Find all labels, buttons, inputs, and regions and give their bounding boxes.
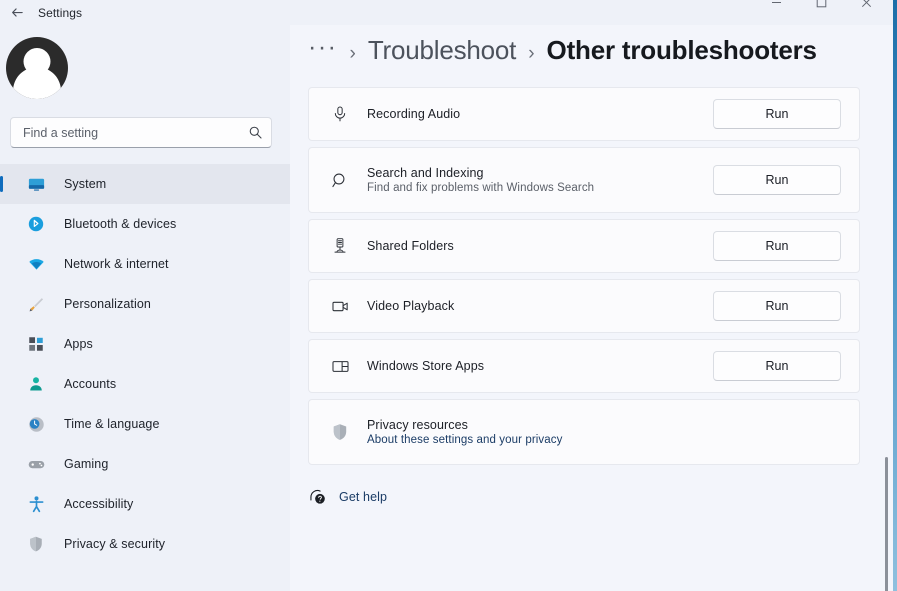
- server-icon: [325, 237, 355, 255]
- row-title: Recording Audio: [367, 107, 713, 121]
- row-text: Search and Indexing Find and fix problem…: [367, 166, 713, 194]
- minimize-icon: [771, 0, 782, 8]
- sidebar-item-accounts[interactable]: Accounts: [0, 364, 290, 404]
- get-help-label: Get help: [339, 490, 387, 504]
- app-title: Settings: [38, 6, 82, 20]
- person-icon: [24, 373, 48, 395]
- magnifier-icon: [325, 171, 355, 190]
- help-question-icon: [308, 487, 327, 506]
- sidebar-item-label: Network & internet: [64, 257, 169, 271]
- clock-globe-icon: [24, 413, 48, 435]
- avatar-body: [13, 67, 61, 99]
- settings-window: Settings: [0, 0, 897, 591]
- troubleshooter-row-recording-audio[interactable]: Recording Audio Run: [308, 87, 860, 141]
- sidebar-item-label: Accounts: [64, 377, 116, 391]
- sidebar-item-label: Apps: [64, 337, 93, 351]
- get-help-row[interactable]: Get help: [308, 487, 897, 506]
- sidebar-item-label: System: [64, 177, 106, 191]
- sidebar-item-privacy-security[interactable]: Privacy & security: [0, 524, 290, 564]
- breadcrumb-parent-link[interactable]: Troubleshoot: [368, 35, 516, 66]
- store-window-icon: [325, 357, 355, 376]
- row-title: Shared Folders: [367, 239, 713, 253]
- breadcrumb: ··· › Troubleshoot › Other troubleshoote…: [308, 25, 897, 85]
- run-button[interactable]: Run: [713, 351, 841, 381]
- scrollbar-thumb[interactable]: [885, 457, 888, 591]
- troubleshooter-row-search-and-indexing[interactable]: Search and Indexing Find and fix problem…: [308, 147, 860, 213]
- close-button[interactable]: [844, 0, 889, 15]
- search-input[interactable]: [23, 126, 248, 140]
- row-text: Video Playback: [367, 299, 713, 313]
- troubleshooter-list: Recording Audio Run Search and Indexing: [308, 87, 860, 465]
- close-icon: [861, 0, 872, 8]
- run-button[interactable]: Run: [713, 231, 841, 261]
- shield-icon: [24, 533, 48, 555]
- row-subtitle: Find and fix problems with Windows Searc…: [367, 182, 713, 194]
- wifi-icon: [24, 253, 48, 275]
- sidebar-item-system[interactable]: System: [0, 164, 290, 204]
- sidebar-item-accessibility[interactable]: Accessibility: [0, 484, 290, 524]
- apps-grid-icon: [24, 333, 48, 355]
- row-text: Shared Folders: [367, 239, 713, 253]
- troubleshooter-row-video-playback[interactable]: Video Playback Run: [308, 279, 860, 333]
- paintbrush-icon: [24, 293, 48, 315]
- page-title: Other troubleshooters: [547, 35, 817, 66]
- troubleshooter-row-shared-folders[interactable]: Shared Folders Run: [308, 219, 860, 273]
- content-pane: ··· › Troubleshoot › Other troubleshoote…: [290, 25, 897, 591]
- minimize-button[interactable]: [754, 0, 799, 15]
- back-button[interactable]: [0, 0, 34, 25]
- privacy-settings-link[interactable]: About these settings and your privacy: [367, 434, 841, 446]
- run-button[interactable]: Run: [713, 165, 841, 195]
- sidebar-item-apps[interactable]: Apps: [0, 324, 290, 364]
- sidebar-item-label: Gaming: [64, 457, 108, 471]
- sidebar-item-personalization[interactable]: Personalization: [0, 284, 290, 324]
- body-split: System Bluetooth & devices: [0, 25, 897, 591]
- sidebar-item-bluetooth-devices[interactable]: Bluetooth & devices: [0, 204, 290, 244]
- sidebar-item-gaming[interactable]: Gaming: [0, 444, 290, 484]
- row-title: Video Playback: [367, 299, 713, 313]
- sidebar-item-label: Time & language: [64, 417, 160, 431]
- sidebar-item-label: Personalization: [64, 297, 151, 311]
- search-box[interactable]: [10, 117, 272, 148]
- sidebar-item-time-language[interactable]: Time & language: [0, 404, 290, 444]
- maximize-icon: [816, 0, 827, 8]
- sidebar-item-label: Privacy & security: [64, 537, 165, 551]
- user-avatar-icon[interactable]: [6, 37, 68, 99]
- sidebar-nav: System Bluetooth & devices: [0, 164, 290, 564]
- breadcrumb-separator: ›: [528, 43, 534, 65]
- video-camera-icon: [325, 297, 355, 316]
- search-icon: [248, 125, 263, 140]
- window-edge-border: [893, 0, 897, 591]
- breadcrumb-separator: ›: [349, 43, 355, 65]
- sidebar-item-label: Accessibility: [64, 497, 133, 511]
- back-arrow-icon: [10, 5, 25, 20]
- row-title: Search and Indexing: [367, 166, 713, 180]
- maximize-button[interactable]: [799, 0, 844, 15]
- row-title: Privacy resources: [367, 418, 841, 432]
- content-scrollbar[interactable]: [880, 25, 892, 591]
- run-button[interactable]: Run: [713, 99, 841, 129]
- privacy-resources-row[interactable]: Privacy resources About these settings a…: [308, 399, 860, 465]
- sidebar: System Bluetooth & devices: [0, 25, 290, 591]
- titlebar: Settings: [0, 0, 897, 25]
- sidebar-item-network-internet[interactable]: Network & internet: [0, 244, 290, 284]
- bluetooth-icon: [24, 213, 48, 235]
- troubleshooter-row-windows-store-apps[interactable]: Windows Store Apps Run: [308, 339, 860, 393]
- monitor-icon: [24, 173, 48, 195]
- accessibility-person-icon: [24, 493, 48, 515]
- row-text: Recording Audio: [367, 107, 713, 121]
- sidebar-item-label: Bluetooth & devices: [64, 217, 176, 231]
- row-text: Privacy resources About these settings a…: [367, 418, 841, 446]
- gamepad-icon: [24, 453, 48, 475]
- run-button[interactable]: Run: [713, 291, 841, 321]
- window-controls: [754, 0, 889, 15]
- row-text: Windows Store Apps: [367, 359, 713, 373]
- breadcrumb-overflow-button[interactable]: ···: [308, 35, 337, 60]
- row-title: Windows Store Apps: [367, 359, 713, 373]
- microphone-icon: [325, 105, 355, 123]
- shield-gray-icon: [325, 422, 355, 442]
